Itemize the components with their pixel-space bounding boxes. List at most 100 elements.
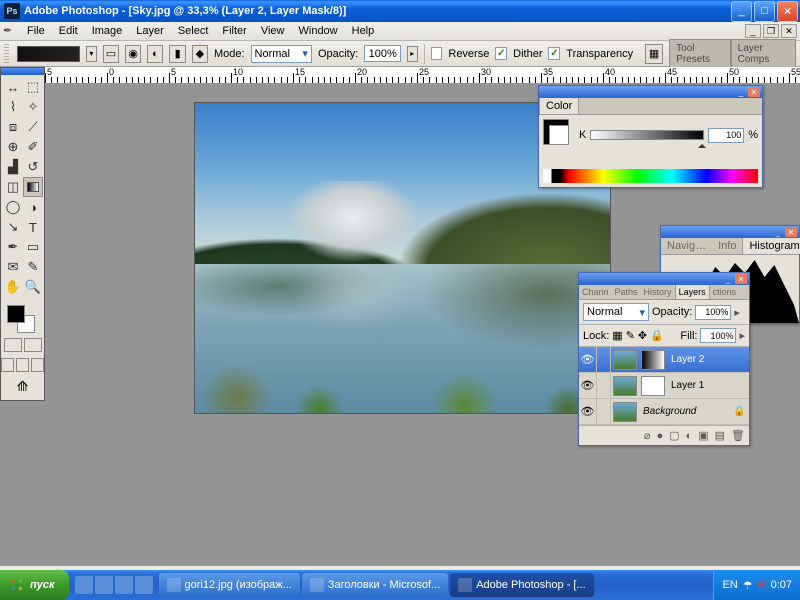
menu-select[interactable]: Select — [171, 23, 216, 39]
visibility-toggle[interactable]: 👁 — [579, 399, 597, 424]
mask-thumbnail[interactable] — [641, 376, 665, 396]
quick-launch-item[interactable] — [95, 576, 113, 594]
type-tool[interactable]: T — [23, 217, 43, 237]
close-button[interactable]: ✕ — [777, 1, 798, 22]
linear-gradient-button[interactable]: ▭ — [103, 45, 119, 63]
radial-gradient-button[interactable]: ◉ — [125, 45, 141, 63]
visibility-toggle[interactable]: 👁 — [579, 373, 597, 398]
histogram-panel-header[interactable]: _ ✕ — [661, 226, 799, 238]
layers-panel-header[interactable]: _ ✕ — [579, 273, 749, 285]
gradient-tool[interactable] — [23, 177, 43, 197]
start-button[interactable]: пуск — [0, 570, 69, 600]
quickmask-mode-button[interactable] — [24, 338, 42, 352]
quick-launch-item[interactable] — [75, 576, 93, 594]
tab-histogram[interactable]: Histogram — [742, 238, 800, 254]
tray-icon[interactable]: ☂ — [743, 579, 753, 592]
screen-mode-1-button[interactable] — [1, 358, 14, 372]
color-bg-swatch[interactable] — [549, 125, 569, 145]
menu-edit[interactable]: Edit — [52, 23, 85, 39]
tab-info[interactable]: Info — [712, 238, 742, 254]
visibility-toggle[interactable]: 👁 — [579, 347, 597, 372]
menu-help[interactable]: Help — [345, 23, 382, 39]
lock-pixels-button[interactable]: ✎ — [626, 329, 635, 342]
link-layers-button[interactable]: ⌀ — [644, 429, 651, 442]
layer-name[interactable]: Layer 1 — [667, 380, 749, 391]
panel-minimize-button[interactable]: _ — [735, 87, 747, 97]
tab-layers[interactable]: Layers — [675, 285, 710, 299]
standard-mode-button[interactable] — [4, 338, 22, 352]
layer-fill-input[interactable]: 100% — [700, 328, 736, 343]
layer-thumbnail[interactable] — [613, 350, 637, 370]
link-column[interactable] — [597, 373, 611, 398]
opacity-flyout[interactable]: ▸ — [407, 46, 418, 62]
shape-tool[interactable]: ▭ — [23, 237, 43, 257]
delete-layer-button[interactable]: 🗑 — [731, 429, 745, 442]
stamp-tool[interactable]: ▟ — [3, 157, 23, 177]
panel-minimize-button[interactable]: _ — [772, 227, 784, 237]
lock-transparent-button[interactable]: ▦ — [612, 329, 622, 342]
k-value-input[interactable]: 100 — [708, 128, 744, 143]
panel-close-button[interactable]: ✕ — [735, 274, 747, 284]
new-group-button[interactable]: ▣ — [698, 429, 708, 442]
foreground-swatch[interactable] — [7, 305, 25, 323]
color-swatches[interactable] — [1, 303, 44, 335]
menu-layer[interactable]: Layer — [129, 23, 171, 39]
lock-position-button[interactable]: ✥ — [638, 329, 647, 342]
blend-mode-select[interactable]: Normal▾ — [251, 45, 312, 63]
lock-all-button[interactable]: 🔒 — [650, 329, 664, 342]
menu-view[interactable]: View — [254, 23, 292, 39]
tool-presets-tab[interactable]: Tool Presets — [669, 39, 731, 69]
panel-close-button[interactable]: ✕ — [748, 87, 760, 97]
tab-history[interactable]: History — [641, 285, 675, 299]
opacity-input[interactable]: 100% — [364, 45, 400, 62]
layer-thumbnail[interactable] — [613, 376, 637, 396]
layer-row[interactable]: 👁 Layer 2 — [579, 347, 749, 373]
link-column[interactable] — [597, 347, 611, 372]
layer-mask-button[interactable]: ▢ — [669, 429, 679, 442]
transparency-checkbox[interactable]: ✓ — [548, 47, 560, 60]
screen-mode-2-button[interactable] — [16, 358, 29, 372]
language-indicator[interactable]: EN — [722, 579, 737, 591]
color-tab[interactable]: Color — [539, 98, 579, 114]
hand-tool[interactable]: ✋ — [3, 277, 23, 297]
move-tool[interactable]: ↔ — [3, 77, 23, 97]
color-panel-header[interactable]: _ ✕ — [539, 86, 762, 98]
taskbar-app-button[interactable]: Adobe Photoshop - [... — [450, 573, 593, 597]
ruler-horizontal[interactable]: 50510152025303540455055 — [45, 67, 800, 83]
layer-row[interactable]: 👁Background🔒 — [579, 399, 749, 425]
reflected-gradient-button[interactable]: ▮ — [169, 45, 185, 63]
tab-navigator[interactable]: Navig… — [661, 238, 712, 254]
taskbar-app-button[interactable]: gori12.jpg (изображ... — [159, 573, 300, 597]
pen-tool[interactable]: ✒ — [3, 237, 23, 257]
eraser-tool[interactable]: ◫ — [3, 177, 23, 197]
maximize-button[interactable]: □ — [754, 1, 775, 22]
screen-mode-3-button[interactable] — [31, 358, 44, 372]
taskbar-app-button[interactable]: Заголовки - Microsof... — [302, 573, 448, 597]
mask-thumbnail[interactable] — [641, 350, 665, 370]
crop-tool[interactable]: ⧈ — [3, 117, 23, 137]
opacity-flyout-icon[interactable]: ▸ — [734, 306, 740, 319]
layer-blend-select[interactable]: Normal▾ — [583, 303, 649, 321]
minimize-button[interactable]: _ — [731, 1, 752, 22]
menu-window[interactable]: Window — [292, 23, 345, 39]
new-adjustment-button[interactable]: ◐ — [686, 430, 693, 442]
layer-opacity-input[interactable]: 100% — [695, 305, 731, 320]
jump-to-imageready-button[interactable]: ⟰ — [1, 375, 44, 400]
diamond-gradient-button[interactable]: ◆ — [192, 45, 208, 63]
layer-thumbnail[interactable] — [613, 402, 637, 422]
tab-channels[interactable]: Chann — [579, 285, 612, 299]
gradient-preview[interactable] — [17, 46, 80, 62]
mdi-restore-button[interactable]: ❐ — [763, 24, 779, 38]
fill-flyout-icon[interactable]: ▸ — [739, 329, 745, 342]
tab-actions[interactable]: ctions — [710, 285, 740, 299]
link-column[interactable] — [597, 399, 611, 424]
tab-paths[interactable]: Paths — [612, 285, 641, 299]
quick-launch-item[interactable] — [135, 576, 153, 594]
healing-tool[interactable]: ⊕ — [3, 137, 23, 157]
blur-tool[interactable]: ◯ — [3, 197, 23, 217]
layer-name[interactable]: Layer 2 — [667, 354, 749, 365]
toggle-palettes-button[interactable]: ▦ — [645, 44, 663, 64]
gradient-picker-dropdown[interactable]: ▾ — [86, 46, 97, 62]
brush-tool[interactable]: ✐ — [23, 137, 43, 157]
zoom-tool[interactable]: 🔍 — [23, 277, 43, 297]
